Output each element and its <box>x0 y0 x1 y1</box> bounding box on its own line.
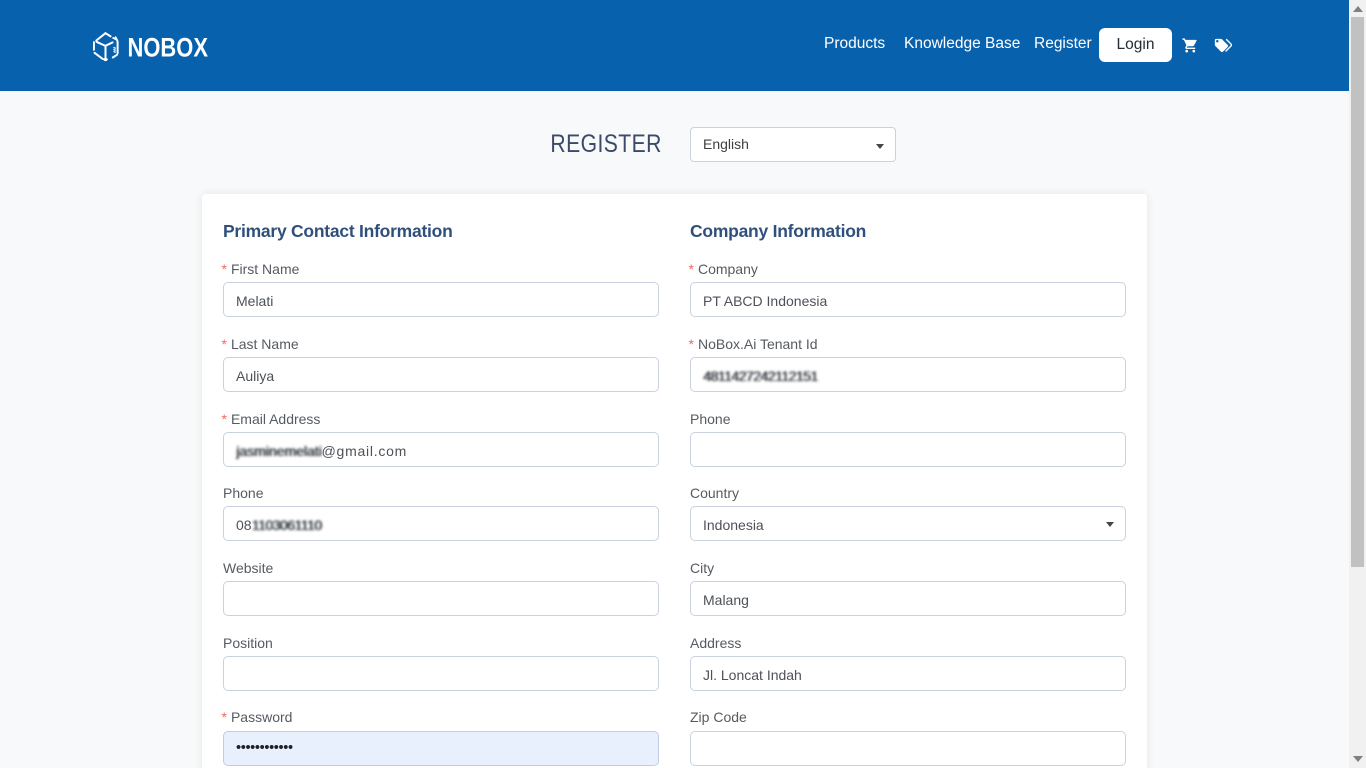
svg-text:NOBOX: NOBOX <box>128 35 209 58</box>
